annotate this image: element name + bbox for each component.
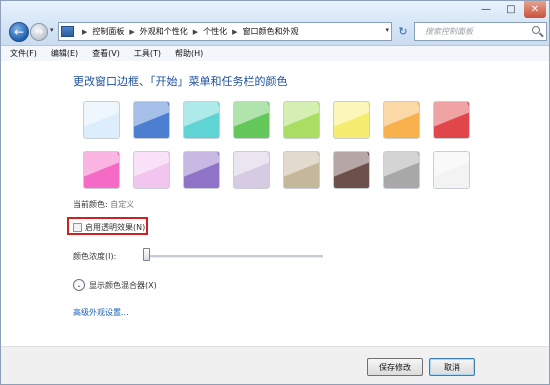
refresh-icon[interactable]: ↻	[396, 24, 410, 38]
color-swatch[interactable]	[333, 101, 370, 139]
current-color-label: 当前颜色: 自定义	[73, 199, 134, 210]
breadcrumb-separator-icon[interactable]: ▶	[193, 28, 198, 36]
current-color-value: 自定义	[110, 200, 135, 209]
search-icon[interactable]	[532, 26, 540, 34]
breadcrumb-separator-icon[interactable]: ▶	[82, 28, 87, 36]
color-mixer-toggle[interactable]: 显示颜色混合器(X)	[89, 280, 157, 291]
search-placeholder: 搜索控制面板	[425, 27, 473, 36]
search-input[interactable]: 搜索控制面板	[414, 22, 547, 41]
color-swatch[interactable]	[233, 101, 270, 139]
menu-tools[interactable]: 工具(T)	[129, 48, 166, 59]
advanced-appearance-link[interactable]: 高级外观设置...	[73, 307, 129, 318]
menu-file[interactable]: 文件(F)	[5, 48, 42, 59]
color-swatch[interactable]	[283, 101, 320, 139]
current-color-caption: 当前颜色:	[73, 200, 108, 209]
control-panel-icon	[61, 26, 74, 37]
breadcrumb-personalization[interactable]: 个性化	[203, 26, 227, 37]
history-dropdown-icon[interactable]: ▾	[50, 26, 54, 34]
breadcrumb-separator-icon[interactable]: ▶	[232, 28, 237, 36]
close-button[interactable]: ✕	[524, 1, 546, 18]
breadcrumb-control-panel[interactable]: 控制面板	[92, 26, 124, 37]
color-swatch[interactable]	[83, 151, 120, 189]
transparency-label[interactable]: 启用透明效果(N)	[85, 222, 145, 233]
color-swatch[interactable]	[83, 101, 120, 139]
breadcrumb-separator-icon[interactable]: ▶	[129, 28, 134, 36]
title-bar: — □ ✕ ← → ▾ ▶ 控制面板 ▶ 外观和个性化 ▶ 个性化 ▶ 窗口颜色…	[1, 1, 549, 45]
menu-edit[interactable]: 编辑(E)	[46, 48, 83, 59]
breadcrumb-window-color[interactable]: 窗口颜色和外观	[243, 26, 299, 37]
page-title: 更改窗口边框、「开始」菜单和任务栏的颜色	[73, 75, 288, 88]
intensity-slider-track[interactable]	[145, 255, 323, 258]
intensity-slider-thumb[interactable]	[143, 248, 150, 261]
window: — □ ✕ ← → ▾ ▶ 控制面板 ▶ 外观和个性化 ▶ 个性化 ▶ 窗口颜色…	[0, 0, 550, 385]
cancel-button[interactable]: 取消	[429, 358, 475, 376]
intensity-label: 颜色浓度(I):	[73, 252, 117, 261]
color-swatch[interactable]	[133, 101, 170, 139]
navigation-bar: ← → ▾ ▶ 控制面板 ▶ 外观和个性化 ▶ 个性化 ▶ 窗口颜色和外观 ▾ …	[4, 21, 548, 45]
color-swatch[interactable]	[183, 151, 220, 189]
forward-button[interactable]: →	[30, 23, 48, 41]
color-swatch[interactable]	[233, 151, 270, 189]
menu-bar: 文件(F) 编辑(E) 查看(V) 工具(T) 帮助(H)	[1, 45, 549, 62]
color-swatch[interactable]	[433, 101, 470, 139]
maximize-button[interactable]: □	[499, 1, 523, 18]
menu-help[interactable]: 帮助(H)	[170, 48, 208, 59]
minimize-button[interactable]: —	[474, 1, 498, 18]
color-swatch[interactable]	[283, 151, 320, 189]
color-swatch[interactable]	[333, 151, 370, 189]
transparency-checkbox[interactable]	[73, 223, 82, 232]
color-swatch[interactable]	[383, 151, 420, 189]
save-button[interactable]: 保存修改	[367, 358, 423, 376]
breadcrumb-appearance[interactable]: 外观和个性化	[140, 26, 188, 37]
back-button[interactable]: ←	[9, 22, 29, 42]
menu-view[interactable]: 查看(V)	[87, 48, 125, 59]
color-swatch[interactable]	[183, 101, 220, 139]
color-swatch[interactable]	[383, 101, 420, 139]
color-swatch[interactable]	[133, 151, 170, 189]
chevron-down-icon[interactable]: ⌄	[73, 279, 85, 291]
address-bar[interactable]: ▶ 控制面板 ▶ 外观和个性化 ▶ 个性化 ▶ 窗口颜色和外观 ▾	[58, 22, 392, 41]
color-swatch[interactable]	[433, 151, 470, 189]
address-dropdown-icon[interactable]: ▾	[385, 26, 389, 34]
